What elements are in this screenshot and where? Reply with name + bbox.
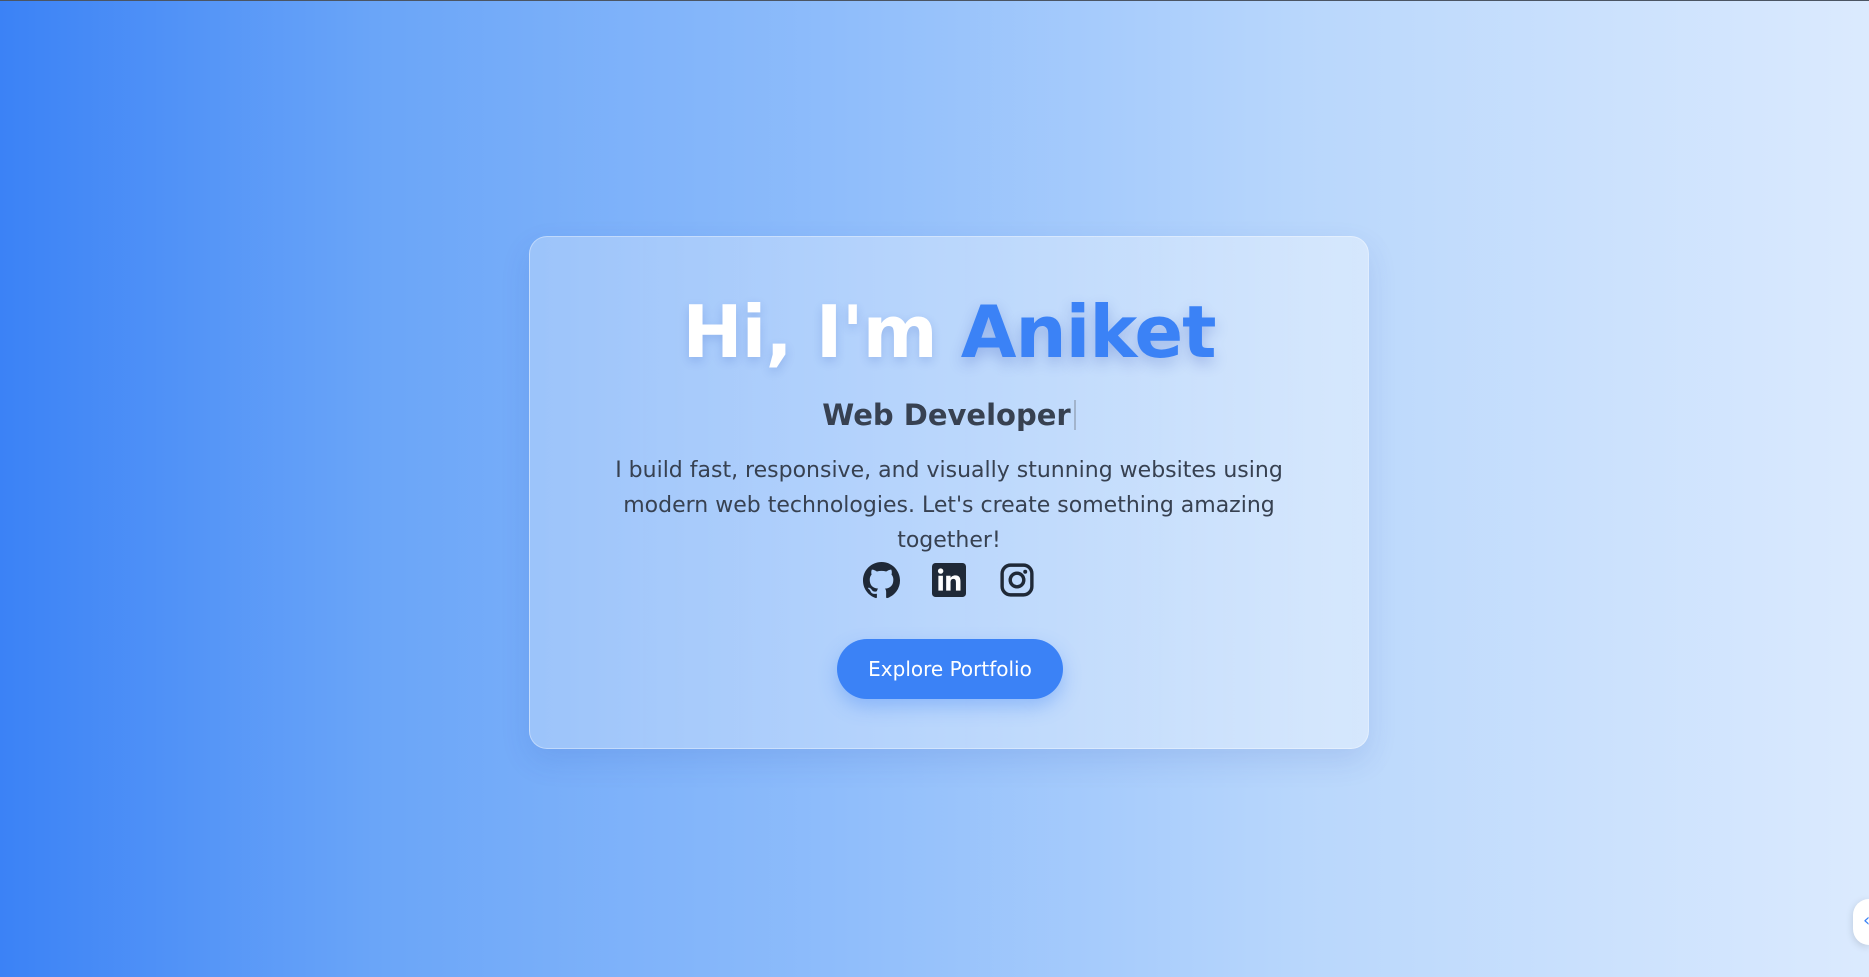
name-highlight: Aniket: [960, 290, 1217, 374]
github-icon: [862, 561, 900, 598]
chevron-up-icon: ‹: [1863, 910, 1869, 931]
scroll-top-button[interactable]: ‹: [1853, 899, 1869, 945]
hero-description: I build fast, responsive, and visually s…: [615, 458, 1283, 553]
linkedin-link[interactable]: [930, 561, 968, 599]
linkedin-icon: [932, 563, 966, 597]
instagram-icon: [1000, 563, 1034, 597]
role-text: Web Developer: [822, 398, 1071, 432]
top-border: [0, 0, 1869, 1]
social-links: [530, 561, 1368, 601]
greeting-text: Hi, I'm: [682, 290, 961, 374]
typing-cursor: [1073, 400, 1076, 430]
hero-headline: Hi, I'm Aniket: [530, 289, 1368, 375]
github-link[interactable]: [862, 561, 900, 599]
typed-role: Web Developer: [530, 395, 1368, 435]
explore-portfolio-button[interactable]: Explore Portfolio: [837, 639, 1063, 699]
hero-card: Hi, I'm Aniket Web Developer I build fas…: [529, 236, 1369, 749]
instagram-link[interactable]: [998, 561, 1036, 599]
